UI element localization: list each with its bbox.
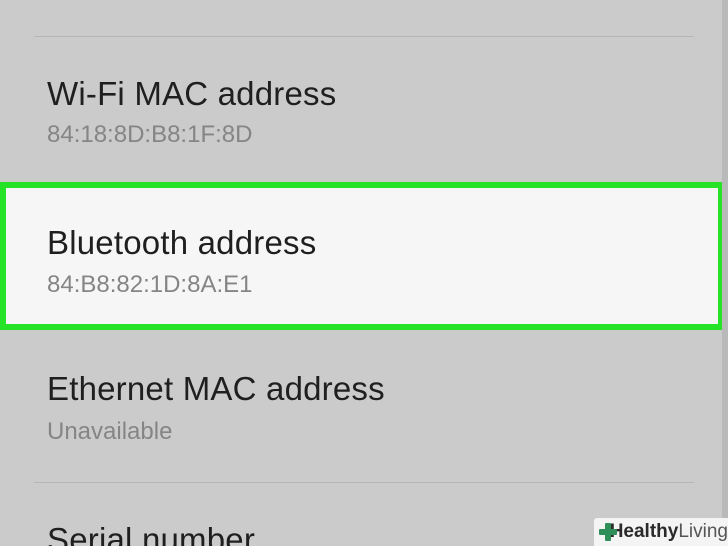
scrollbar[interactable]	[722, 0, 728, 546]
list-item-title: Ethernet MAC address	[47, 370, 385, 407]
list-item-title: Wi-Fi MAC address	[47, 75, 337, 112]
watermark-brand-bold: Healthy	[609, 521, 679, 542]
list-item-value: 84:18:8D:B8:1F:8D	[47, 121, 253, 148]
list-item-value: 84:B8:82:1D:8A:E1	[47, 271, 253, 298]
list-item-bluetooth-address[interactable]: Bluetooth address 84:B8:82:1D:8A:E1	[0, 182, 724, 330]
plus-cross-icon	[599, 523, 617, 541]
list-item-value: Unavailable	[47, 418, 173, 445]
list-item-wifi-mac[interactable]: Wi-Fi MAC address 84:18:8D:B8:1F:8D	[0, 37, 722, 182]
list-item-title: Bluetooth address	[47, 224, 317, 261]
watermark-brand-light: Living	[678, 521, 728, 542]
about-phone-status-screen: Wi-Fi MAC address 84:18:8D:B8:1F:8D Blue…	[0, 0, 728, 546]
list-item-title: Serial number	[47, 521, 256, 546]
list-item-ethernet-mac[interactable]: Ethernet MAC address Unavailable	[0, 330, 722, 483]
watermark-badge: Healthy Living	[594, 518, 728, 546]
